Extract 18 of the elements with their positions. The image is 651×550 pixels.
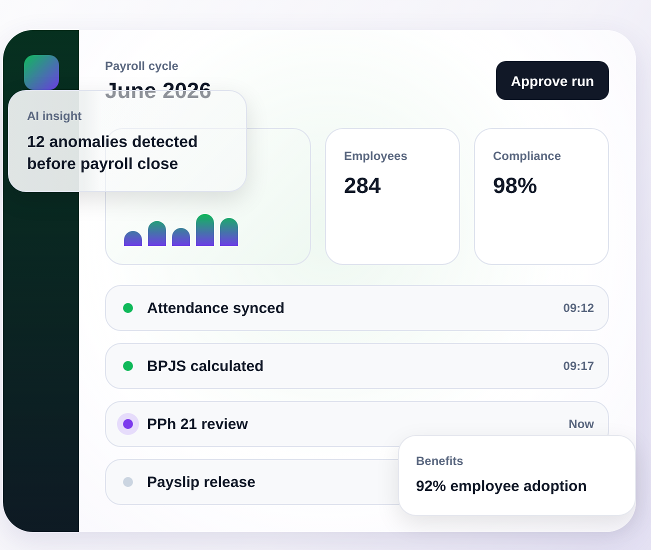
status-label: Attendance synced (147, 300, 285, 316)
insight-label: AI insight (27, 109, 83, 123)
benefits-label: Benefits (416, 454, 464, 468)
stat-value: 284 (344, 173, 382, 199)
insight-text: 12 anomalies detected before payroll close (27, 133, 199, 175)
status-label: PPh 21 review (147, 416, 248, 432)
status-label: Payslip release (147, 474, 256, 490)
status-time: Now (568, 417, 594, 431)
stat-value: 98% (493, 173, 538, 199)
logo-icon (24, 55, 58, 90)
stat-label: Employees (344, 149, 408, 163)
stat-label: Compliance (493, 149, 562, 163)
approve-button[interactable]: Approve run (496, 61, 609, 100)
status-label: BPJS calculated (147, 358, 264, 374)
benefits-text: 92% employee adoption (416, 478, 588, 495)
status-time: 09:17 (563, 359, 594, 373)
status-time: 09:12 (563, 301, 594, 315)
section-label: Payroll cycle (105, 59, 180, 73)
